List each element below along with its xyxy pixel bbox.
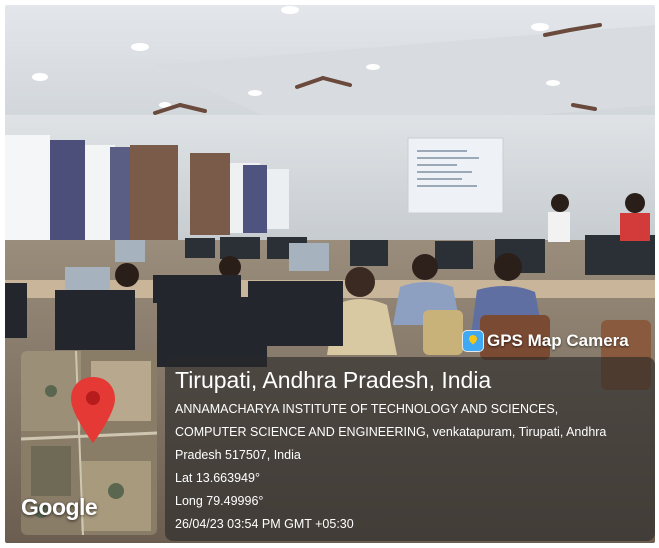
address-line-3: Pradesh 517507, India [175,448,301,462]
latitude: Lat 13.663949° [175,471,260,485]
address-line-1: ANNAMACHARYA INSTITUTE OF TECHNOLOGY AND… [175,402,559,416]
map-pin-camera-icon [463,331,483,351]
location-title: Tirupati, Andhra Pradesh, India [175,367,492,393]
timestamp: 26/04/23 03:54 PM GMT +05:30 [175,517,354,531]
address-line-2: COMPUTER SCIENCE AND ENGINEERING, venkat… [175,425,607,439]
gps-map-camera-badge: GPS Map Camera [463,331,629,351]
lab-photo: Google GPS Map Camera Tirupati, Andhra P… [5,5,655,543]
badge-label: GPS Map Camera [487,331,629,350]
map-thumbnail: Google [21,351,157,535]
google-logo: Google [21,494,98,520]
longitude: Long 79.49996° [175,494,264,508]
